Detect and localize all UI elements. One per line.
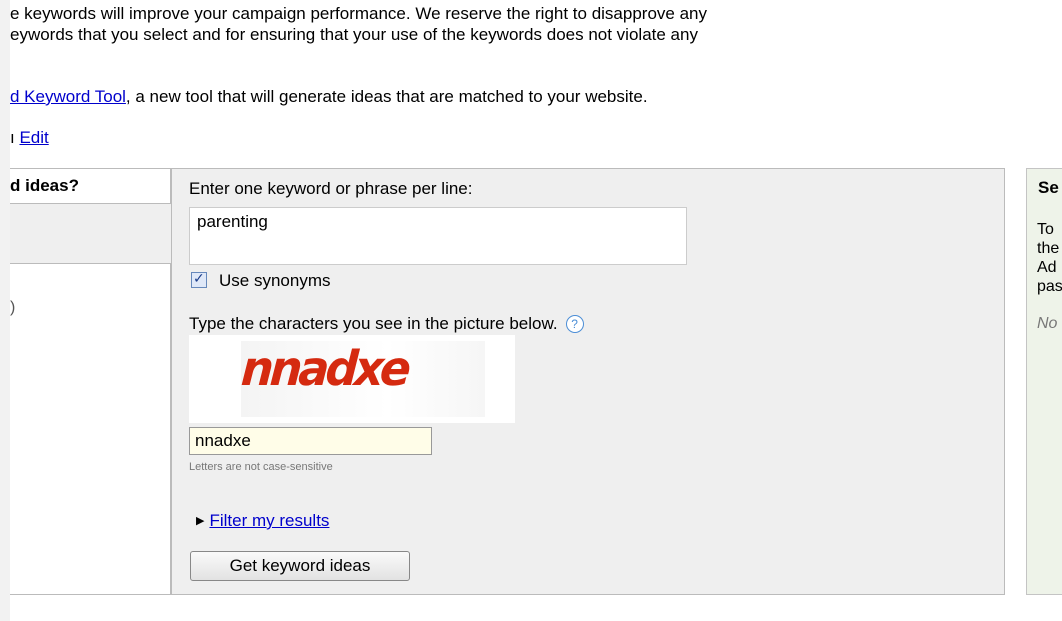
right-panel-line: To <box>1037 221 1054 238</box>
filter-results-link[interactable]: Filter my results <box>209 511 329 530</box>
right-panel-body: To the Ad pas <box>1037 220 1062 296</box>
captcha-instructions: Type the characters you see in the pictu… <box>189 314 584 334</box>
keyword-textarea[interactable]: parenting <box>189 207 687 265</box>
intro-text-line-3: d Keyword Tool, a new tool that will gen… <box>10 87 648 107</box>
intro-line-3-rest: , a new tool that will generate ideas th… <box>125 87 648 106</box>
left-panel-text: ) <box>10 299 16 316</box>
left-panel-header: d ideas? <box>10 168 171 204</box>
captcha-hint: Letters are not case-sensitive <box>189 461 333 473</box>
checkmark-icon: ✓ <box>193 270 205 286</box>
intro-text-line-4: ı Edit <box>10 128 49 148</box>
left-panel-shaded-area <box>10 204 171 264</box>
captcha-instructions-text: Type the characters you see in the pictu… <box>189 314 558 333</box>
captcha-image-text: nnadxe <box>239 341 410 397</box>
use-synonyms-row[interactable]: ✓ Use synonyms <box>191 270 331 291</box>
expand-triangle-icon[interactable]: ▶ <box>196 515 204 527</box>
keyword-tool-link[interactable]: d Keyword Tool <box>10 87 126 106</box>
captcha-image: nnadxe <box>189 335 515 423</box>
get-keyword-ideas-button[interactable]: Get keyword ideas <box>190 551 410 581</box>
right-panel-line: pas <box>1037 278 1062 295</box>
captcha-input[interactable] <box>189 427 432 455</box>
use-synonyms-label: Use synonyms <box>219 271 331 290</box>
left-panel-title: d ideas? <box>10 176 79 195</box>
intro-text-line-2: eywords that you select and for ensuring… <box>10 25 698 44</box>
right-side-panel: Se To the Ad pas No <box>1026 168 1062 595</box>
right-panel-line: the <box>1037 240 1060 257</box>
filter-results-row[interactable]: ▶ Filter my results <box>196 511 329 531</box>
window-left-edge <box>0 0 10 621</box>
question-mark-icon[interactable]: ? <box>565 315 584 333</box>
right-panel-title: Se <box>1038 178 1059 197</box>
right-panel-note: No <box>1037 315 1058 332</box>
keyword-input-label: Enter one keyword or phrase per line: <box>189 179 473 198</box>
use-synonyms-checkbox[interactable]: ✓ <box>191 270 207 288</box>
intro-text-line-1: e keywords will improve your campaign pe… <box>10 4 707 23</box>
keyword-form-panel: Enter one keyword or phrase per line: pa… <box>171 168 1005 595</box>
edit-link[interactable]: Edit <box>19 128 48 147</box>
right-panel-line: Ad <box>1037 259 1057 276</box>
left-panel-body: ) <box>10 263 171 595</box>
